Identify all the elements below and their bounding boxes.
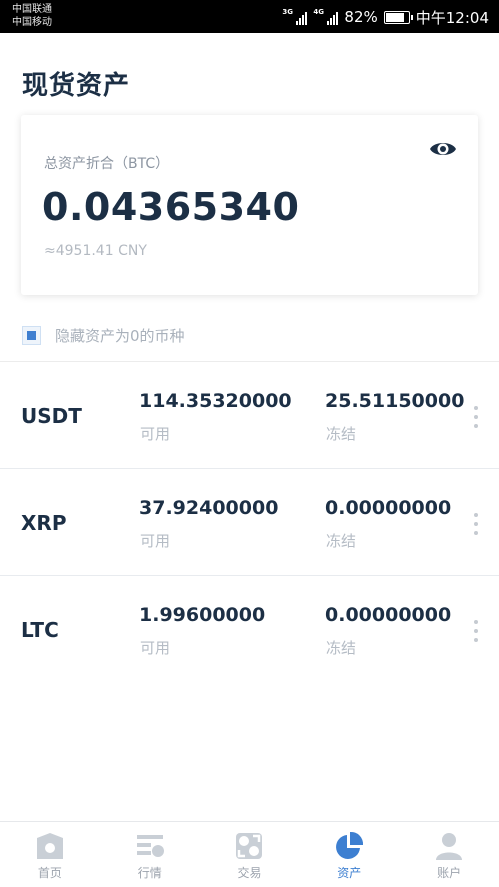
- total-assets-value: 0.04365340: [42, 185, 300, 229]
- asset-available-label: 可用: [140, 532, 171, 550]
- asset-frozen-label: 冻结: [326, 639, 357, 657]
- asset-available-label: 可用: [140, 639, 171, 657]
- nav-label-account: 账户: [437, 866, 462, 880]
- battery-percent: 82%: [344, 8, 378, 26]
- hide-zero-checkbox[interactable]: [22, 326, 41, 345]
- nav-label-trade: 交易: [237, 866, 262, 880]
- nav-item-home[interactable]: 首页: [0, 822, 100, 887]
- nav-label-assets: 资产: [337, 866, 362, 880]
- bottom-nav: 首页 行情 交易 资产 账户: [0, 821, 499, 887]
- account-icon: [436, 833, 463, 860]
- asset-list: USDT 114.35320000 可用 25.51150000 冻结 XRP …: [0, 361, 499, 682]
- market-icon: [136, 835, 164, 857]
- assets-pie-icon: [336, 831, 364, 859]
- nav-label-home: 首页: [37, 866, 62, 880]
- checkbox-checked-mark: [27, 331, 36, 340]
- asset-row-xrp[interactable]: XRP 37.92400000 可用 0.00000000 冻结: [0, 468, 499, 575]
- asset-symbol: LTC: [21, 618, 59, 642]
- signal-1-icon: 3G: [282, 8, 308, 25]
- asset-frozen-value: 0.00000000: [325, 497, 452, 519]
- asset-available-label: 可用: [140, 425, 171, 443]
- nav-label-market: 行情: [137, 866, 162, 880]
- more-options-icon[interactable]: [468, 618, 484, 644]
- nav-item-trade[interactable]: 交易: [200, 822, 300, 887]
- status-bar: 中国联通 中国移动 3G 4G 82% 中午12:04: [0, 0, 499, 33]
- clock: 中午12:04: [415, 8, 489, 27]
- hide-zero-toggle[interactable]: 隐藏资产为0的币种: [22, 325, 185, 346]
- asset-row-usdt[interactable]: USDT 114.35320000 可用 25.51150000 冻结: [0, 361, 499, 468]
- more-options-icon[interactable]: [468, 404, 484, 430]
- battery-icon: [383, 10, 413, 24]
- signal-2-icon: 4G: [313, 8, 339, 25]
- nav-item-assets[interactable]: 资产: [299, 822, 399, 887]
- asset-available-value: 37.92400000: [139, 497, 279, 519]
- asset-frozen-label: 冻结: [326, 532, 357, 550]
- home-icon: [36, 833, 63, 859]
- asset-available-value: 1.99600000: [139, 604, 266, 626]
- nav-item-account[interactable]: 账户: [399, 822, 499, 887]
- asset-frozen-value: 0.00000000: [325, 604, 452, 626]
- asset-symbol: USDT: [21, 404, 82, 428]
- carrier-info: 中国联通 中国移动: [12, 3, 52, 29]
- total-assets-card: 总资产折合（BTC） 0.04365340 ≈4951.41 CNY: [21, 115, 478, 295]
- asset-available-value: 114.35320000: [139, 390, 292, 412]
- page-title: 现货资产: [22, 71, 131, 101]
- trade-icon: [236, 833, 263, 859]
- asset-symbol: XRP: [21, 511, 67, 535]
- network-1-label: 3G: [282, 8, 294, 16]
- total-assets-cny: ≈4951.41 CNY: [44, 243, 147, 259]
- battery-fill: [385, 12, 404, 22]
- eye-icon[interactable]: [429, 137, 457, 161]
- asset-frozen-value: 25.51150000: [325, 390, 465, 412]
- nav-item-market[interactable]: 行情: [100, 822, 200, 887]
- carrier-1: 中国联通: [12, 4, 52, 15]
- more-options-icon[interactable]: [468, 511, 484, 537]
- network-2-label: 4G: [313, 8, 325, 16]
- asset-row-ltc[interactable]: LTC 1.99600000 可用 0.00000000 冻结: [0, 575, 499, 682]
- asset-frozen-label: 冻结: [326, 425, 357, 443]
- status-bar-right: 3G 4G 82% 中午12:04: [282, 6, 489, 28]
- total-assets-label: 总资产折合（BTC）: [44, 156, 170, 172]
- carrier-2: 中国移动: [12, 17, 52, 28]
- hide-zero-label: 隐藏资产为0的币种: [55, 327, 185, 345]
